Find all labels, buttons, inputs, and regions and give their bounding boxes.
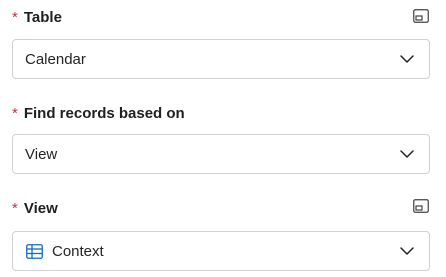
expand-icon[interactable] [412,7,430,25]
required-asterisk: * [12,199,18,217]
table-select[interactable]: Calendar [12,39,430,79]
table-label-text: Table [23,8,62,26]
expand-icon[interactable] [412,197,430,215]
view-select-value: Context [52,242,104,260]
view-select[interactable]: Context [12,231,430,271]
form-panel: * Table Calendar * Find records based on… [0,0,446,277]
find-records-field-label: * Find records based on [12,103,185,123]
required-asterisk: * [12,8,18,26]
view-field-label: * View [12,198,58,218]
table-select-value: Calendar [25,50,86,68]
find-records-select[interactable]: View [12,134,430,174]
view-label-text: View [23,199,58,217]
find-records-label-text: Find records based on [23,104,185,122]
chevron-down-icon [399,243,415,259]
table-field-label: * Table [12,7,62,27]
chevron-down-icon [399,146,415,162]
table-grid-icon [25,242,43,260]
find-records-select-value: View [25,145,58,163]
chevron-down-icon [399,51,415,67]
required-asterisk: * [12,104,18,122]
